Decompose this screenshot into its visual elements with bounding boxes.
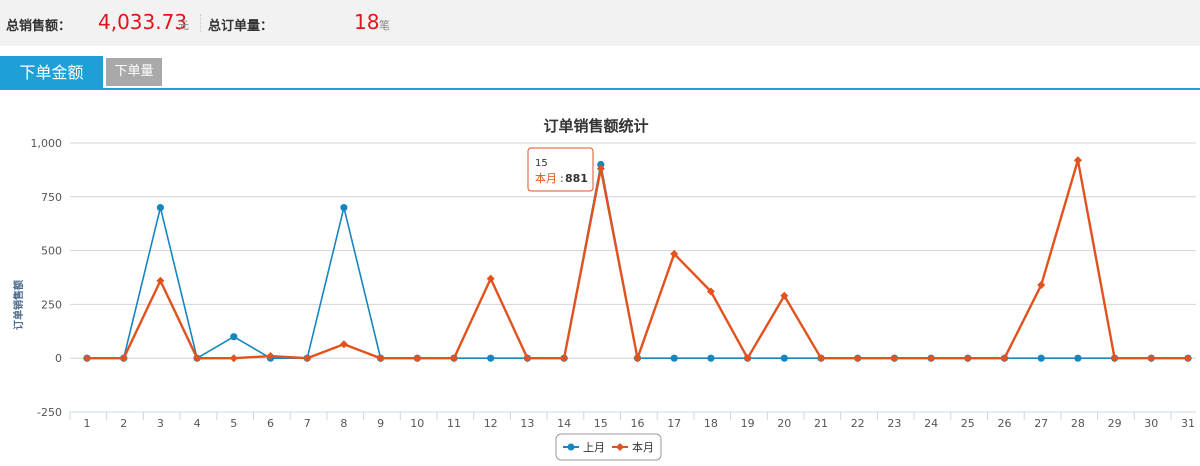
- series-line: [87, 163, 1188, 360]
- data-point[interactable]: [229, 354, 238, 363]
- series-this-month: [83, 156, 1192, 363]
- data-point[interactable]: [119, 354, 128, 363]
- legend-circle-icon: [567, 443, 575, 451]
- y-tick-label: 250: [41, 298, 62, 311]
- y-tick-label: 750: [41, 191, 62, 204]
- x-tick-label: 4: [194, 417, 201, 430]
- x-tick-label: 22: [851, 417, 865, 430]
- x-tick-label: 2: [120, 417, 127, 430]
- total-orders-label: 总订单量：: [208, 19, 274, 34]
- tooltip-value: 881: [565, 172, 588, 185]
- data-point[interactable]: [1073, 156, 1082, 165]
- data-point[interactable]: [890, 354, 899, 363]
- data-point[interactable]: [1110, 354, 1119, 363]
- summary-bar: 总销售额： 4,033.73 元 总订单量： 18 笔: [0, 0, 1200, 46]
- data-point[interactable]: [1074, 354, 1082, 362]
- tooltip-series-name: 本月: [535, 171, 557, 185]
- tab-order-count[interactable]: 下单量: [106, 58, 162, 86]
- x-tick-label: 10: [410, 417, 424, 430]
- x-tick-label: 12: [484, 417, 498, 430]
- x-tick-label: 14: [557, 417, 571, 430]
- data-point[interactable]: [230, 333, 238, 341]
- data-point[interactable]: [303, 354, 312, 363]
- data-point[interactable]: [523, 354, 532, 363]
- x-tick-label: 21: [814, 417, 828, 430]
- x-tick-label: 1: [84, 417, 91, 430]
- data-point[interactable]: [83, 354, 91, 363]
- data-point[interactable]: [853, 354, 862, 363]
- x-tick-label: 23: [887, 417, 901, 430]
- y-tick-label: 1,000: [31, 137, 63, 150]
- x-tick-label: 29: [1108, 417, 1122, 430]
- total-sales-unit: 元: [178, 19, 189, 32]
- data-point[interactable]: [193, 354, 202, 363]
- y-tick-label: 500: [41, 245, 62, 258]
- x-tick-label: 25: [961, 417, 975, 430]
- sales-line-chart: 订单销售额统计 -25002505007501,000 1 2 3 4 5 6 7 8 9 10 1…: [12, 117, 1196, 461]
- tooltip-x-value: 15: [535, 158, 548, 169]
- total-orders-unit: 笔: [379, 19, 390, 32]
- data-point[interactable]: [780, 354, 788, 362]
- x-tick-label: 19: [741, 417, 755, 430]
- data-point[interactable]: [1184, 354, 1192, 363]
- x-tick-label: 31: [1181, 417, 1195, 430]
- data-point[interactable]: [670, 354, 678, 362]
- data-point[interactable]: [1037, 281, 1046, 290]
- data-point[interactable]: [156, 276, 165, 285]
- legend-label-this-month: 本月: [632, 440, 654, 454]
- x-tick-label: 15: [594, 417, 608, 430]
- chart-tabs: 下单金额 下单量: [0, 46, 1200, 90]
- x-tick-label: 11: [447, 417, 461, 430]
- chart-title: 订单销售额统计: [543, 117, 648, 135]
- total-sales-value: 4,033.73: [98, 10, 188, 34]
- data-point[interactable]: [340, 203, 348, 212]
- data-point[interactable]: [487, 354, 495, 362]
- x-tick-label: 27: [1034, 417, 1048, 430]
- summary-divider: [200, 14, 201, 32]
- x-tick-label: 20: [777, 417, 791, 430]
- x-tick-label: 16: [631, 417, 645, 430]
- data-point[interactable]: [707, 354, 715, 362]
- y-axis-label: 订单销售额: [12, 280, 25, 330]
- x-tick-label: 30: [1144, 417, 1158, 430]
- tab-order-amount[interactable]: 下单金额: [0, 56, 103, 90]
- data-point[interactable]: [376, 354, 385, 363]
- tooltip-colon: :: [560, 172, 564, 185]
- x-tick-label: 26: [998, 417, 1012, 430]
- series-line: [87, 159, 1188, 360]
- y-tick-label: 0: [55, 352, 62, 365]
- x-tick-label: 17: [667, 417, 681, 430]
- x-tick-label: 3: [157, 417, 164, 430]
- x-tick-label: 13: [520, 417, 534, 430]
- x-tick-label: 5: [230, 417, 237, 430]
- y-tick-label: -250: [37, 406, 62, 419]
- data-point[interactable]: [339, 340, 348, 349]
- series-last-month: [83, 160, 1192, 362]
- data-point[interactable]: [927, 354, 936, 363]
- x-tick-label: 6: [267, 417, 274, 430]
- data-point[interactable]: [486, 274, 495, 283]
- data-point[interactable]: [156, 203, 164, 212]
- data-point[interactable]: [413, 354, 422, 363]
- data-point[interactable]: [633, 354, 642, 363]
- total-orders-value: 18: [354, 10, 380, 34]
- data-tooltip: 15 本月 : 881: [527, 147, 594, 192]
- x-tick-label: 9: [377, 417, 384, 430]
- x-tick-label: 18: [704, 417, 718, 430]
- data-point[interactable]: [1000, 354, 1009, 363]
- x-tick-label: 8: [340, 417, 347, 430]
- data-point[interactable]: [450, 354, 458, 363]
- x-tick-label: 7: [304, 417, 311, 430]
- x-tick-label: 24: [924, 417, 938, 430]
- data-point[interactable]: [560, 354, 569, 363]
- total-sales-label: 总销售额：: [6, 19, 72, 34]
- data-point[interactable]: [963, 354, 972, 363]
- chart-legend[interactable]: 上月 本月: [555, 433, 662, 461]
- legend-label-last-month: 上月: [583, 441, 605, 454]
- data-point[interactable]: [1147, 354, 1156, 363]
- data-point[interactable]: [1037, 354, 1045, 362]
- x-tick-label: 28: [1071, 417, 1085, 430]
